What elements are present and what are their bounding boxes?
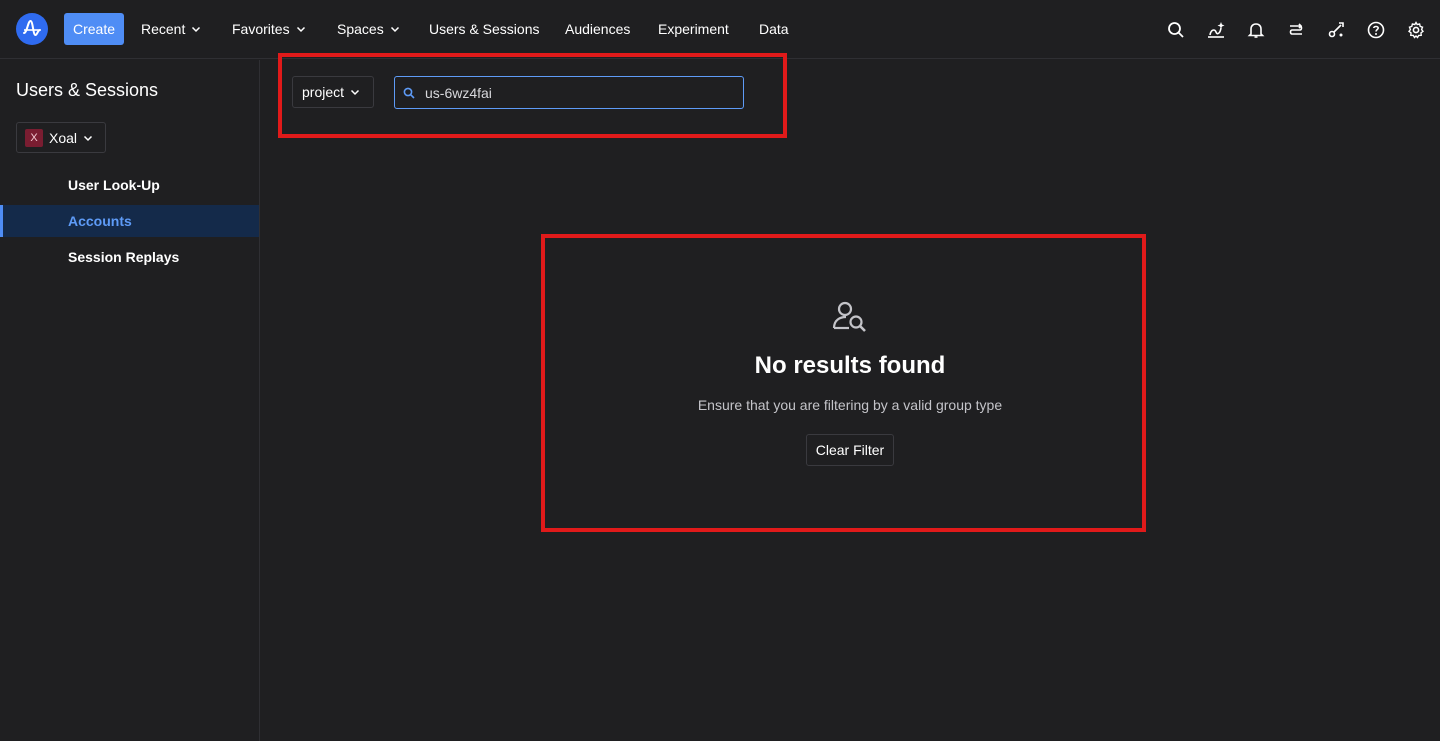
nav-data-label: Data (759, 21, 789, 37)
nav-experiment[interactable]: Experiment (658, 13, 729, 45)
nav-audiences[interactable]: Audiences (565, 13, 630, 45)
nav-favorites[interactable]: Favorites (232, 13, 306, 45)
help-icon[interactable] (1366, 20, 1386, 40)
sidebar-item-accounts[interactable]: Accounts (0, 205, 259, 237)
clear-filter-button[interactable]: Clear Filter (806, 434, 894, 466)
nav-spaces-label: Spaces (337, 21, 384, 37)
sparkle-chart-icon[interactable] (1206, 20, 1226, 40)
nav-audiences-label: Audiences (565, 21, 631, 37)
sidebar-item-label: User Look-Up (68, 177, 160, 193)
user-search-icon (832, 301, 866, 332)
chevron-down-icon (351, 89, 360, 96)
results-highlight-box (541, 234, 1146, 532)
project-selector[interactable]: X Xoal (16, 122, 106, 153)
create-button[interactable]: Create (64, 13, 124, 45)
sidebar-item-label: Session Replays (68, 249, 180, 265)
nav-data[interactable]: Data (759, 13, 789, 45)
search-input[interactable] (425, 84, 725, 101)
chevron-down-icon (84, 135, 93, 141)
sidebar-item-label: Accounts (68, 213, 132, 229)
nav-experiment-label: Experiment (658, 21, 729, 37)
search-icon (403, 87, 415, 99)
nav-recent-label: Recent (141, 21, 186, 37)
main-content: project No results found Ensure that you… (260, 53, 1440, 741)
project-name: Xoal (49, 129, 78, 146)
sidebar-item-user-lookup[interactable]: User Look-Up (0, 169, 259, 201)
sidebar: Users & Sessions X Xoal User Look-Up Acc… (0, 60, 260, 741)
nav-spaces[interactable]: Spaces (337, 13, 400, 45)
top-nav: Create Recent Favorites Spaces Users & S… (0, 0, 1440, 59)
settings-icon[interactable] (1406, 20, 1426, 40)
empty-state-description: Ensure that you are filtering by a valid… (697, 397, 1003, 413)
chevron-down-icon (192, 26, 201, 33)
bell-icon[interactable] (1246, 20, 1266, 40)
chevron-down-icon (296, 26, 305, 33)
search-icon[interactable] (1166, 20, 1186, 40)
empty-state-title: No results found (754, 352, 946, 379)
workflow-icon[interactable] (1286, 20, 1306, 40)
search-field[interactable] (394, 76, 744, 109)
group-type-value: project (302, 84, 345, 100)
group-type-select[interactable]: project (292, 76, 374, 108)
nav-favorites-label: Favorites (232, 21, 290, 37)
tools-icon[interactable] (1326, 20, 1346, 40)
nav-users-sessions-label: Users & Sessions (429, 21, 540, 37)
project-badge: X (25, 128, 43, 147)
sidebar-item-session-replays[interactable]: Session Replays (0, 241, 259, 273)
nav-right-icons (1166, 10, 1426, 50)
chevron-down-icon (390, 26, 399, 33)
sidebar-title: Users & Sessions (16, 80, 159, 100)
nav-users-sessions[interactable]: Users & Sessions (429, 13, 539, 45)
nav-recent[interactable]: Recent (141, 13, 201, 45)
amplitude-logo-icon[interactable] (16, 13, 48, 45)
